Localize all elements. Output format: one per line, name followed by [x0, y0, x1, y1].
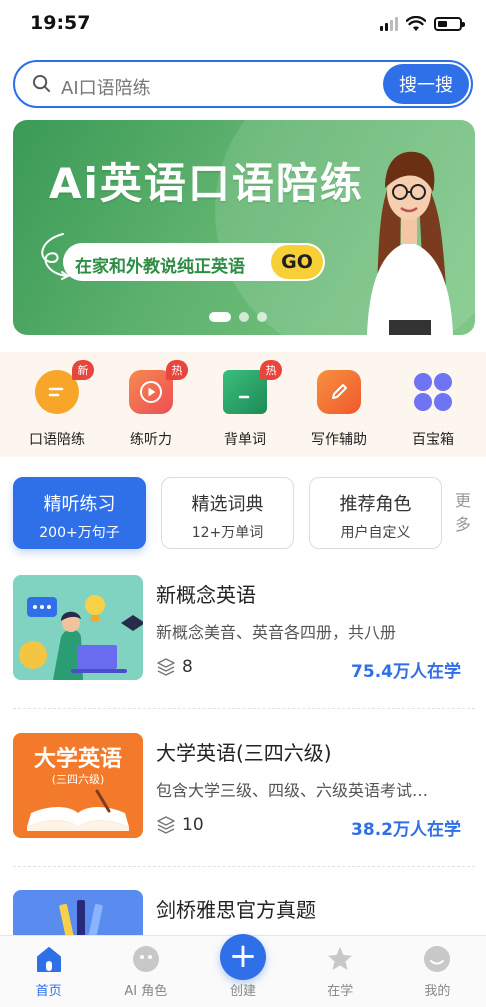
tab-subtitle: 用户自定义 [340, 525, 411, 541]
learners-count: 75.4万人在学 [351, 662, 461, 682]
status-icons [380, 16, 465, 32]
search-icon [32, 74, 51, 93]
layers-icon [157, 658, 175, 676]
battery-icon [434, 17, 465, 31]
category-tabs: 精听练习 200+万句子 精选词典 12+万单词 推荐角色 用户自定义 更多 [13, 477, 486, 549]
home-icon [36, 947, 61, 972]
status-bar: 19:57 [0, 0, 486, 50]
bottom-nav: 首页 AI 角色 + 创建 在学 我的 [0, 934, 486, 1007]
lessons-count: 8 [182, 657, 193, 677]
study-illustration [19, 595, 143, 680]
feature-label: 写作辅助 [311, 432, 367, 448]
promo-banner[interactable]: Ai英语口语陪练 在家和外教说纯正英语 GO [13, 120, 475, 335]
course-title: 新概念英语 [156, 583, 256, 607]
tab-subtitle: 200+万句子 [39, 525, 120, 541]
course-lessons: 8 [156, 657, 193, 677]
pagination-dot[interactable] [209, 312, 231, 322]
course-description: 新概念美音、英音各四册，共八册 [156, 623, 397, 642]
tab-dictionary[interactable]: 精选词典 12+万单词 [161, 477, 294, 549]
banner-go-button[interactable]: GO [271, 245, 323, 279]
banner-subtitle: 在家和外教说纯正英语 [75, 257, 245, 277]
nav-create[interactable]: + 创建 [194, 934, 291, 1007]
nav-label: 我的 [424, 984, 451, 999]
lessons-count: 10 [182, 815, 204, 835]
course-item[interactable]: 新概念英语 新概念美音、英音各四册，共八册 8 75.4万人在学 [13, 575, 475, 685]
nav-profile[interactable]: 我的 [389, 936, 486, 1007]
feature-oral-practice[interactable]: 新 口语陪练 [10, 352, 100, 457]
course-description: 包含大学三级、四级、六级英语考试… [156, 781, 429, 800]
learners-count: 38.2万人在学 [351, 820, 461, 840]
cellular-signal-icon [380, 17, 398, 31]
open-book-icon [27, 789, 129, 831]
grid-icon [411, 370, 455, 414]
course-title: 大学英语(三四六级) [156, 741, 332, 765]
plus-icon: + [220, 934, 266, 980]
pencil-icon [317, 370, 361, 414]
teacher-illustration [367, 151, 453, 335]
layers-icon [157, 816, 175, 834]
banner-pagination [209, 312, 267, 322]
tab-intensive-listening[interactable]: 精听练习 200+万句子 [13, 477, 146, 549]
course-item[interactable]: 大学英语 (三四六级) 大学英语(三四六级) 包含大学三级、四级、六级英语考试…… [13, 733, 475, 843]
feature-vocabulary[interactable]: 热 背单词 [198, 352, 288, 457]
nav-label: 首页 [35, 984, 62, 999]
tab-recommended-roles[interactable]: 推荐角色 用户自定义 [309, 477, 442, 549]
divider [13, 708, 475, 709]
search-bar[interactable]: AI口语陪练 搜一搜 [13, 60, 473, 108]
star-icon [328, 947, 353, 970]
smile-icon [424, 946, 451, 972]
nav-label: 在学 [327, 984, 354, 999]
nav-label: 创建 [230, 984, 257, 999]
feature-toolbox[interactable]: 百宝箱 [386, 352, 476, 457]
course-title: 剑桥雅思官方真题 [156, 898, 316, 922]
nav-ai-role[interactable]: AI 角色 [97, 936, 194, 1007]
feature-label: 练听力 [130, 432, 172, 448]
course-thumbnail [13, 575, 143, 680]
nav-home[interactable]: 首页 [0, 936, 97, 1007]
wifi-icon [406, 16, 426, 31]
feature-writing[interactable]: 写作辅助 [292, 352, 382, 457]
pagination-dot[interactable] [239, 312, 249, 322]
banner-title: Ai英语口语陪练 [49, 159, 364, 208]
feature-grid: 新 口语陪练 热 练听力 热 背单词 写作辅助 百宝箱 [0, 352, 486, 457]
nav-learning[interactable]: 在学 [292, 936, 389, 1007]
feature-listening[interactable]: 热 练听力 [104, 352, 194, 457]
tab-title: 推荐角色 [339, 494, 412, 515]
status-time: 19:57 [30, 12, 91, 34]
ai-face-icon [132, 946, 159, 972]
tab-subtitle: 12+万单词 [191, 525, 264, 541]
pagination-dot[interactable] [257, 312, 267, 322]
course-lessons: 10 [156, 815, 204, 835]
search-button[interactable]: 搜一搜 [383, 64, 469, 104]
new-badge: 新 [72, 360, 94, 380]
hot-badge: 热 [260, 360, 282, 380]
tab-title: 精选词典 [191, 494, 264, 515]
tab-more[interactable]: 更多 [455, 489, 475, 537]
divider [13, 866, 475, 867]
feature-label: 背单词 [224, 432, 266, 448]
search-input[interactable]: AI口语陪练 [61, 74, 151, 100]
banner-subtitle-pill: 在家和外教说纯正英语 GO [63, 243, 325, 281]
tab-title: 精听练习 [43, 494, 116, 515]
feature-label: 口语陪练 [29, 432, 85, 448]
feature-label: 百宝箱 [412, 432, 454, 448]
course-thumbnail: 大学英语 (三四六级) [13, 733, 143, 838]
hot-badge: 热 [166, 360, 188, 380]
nav-label: AI 角色 [124, 984, 168, 999]
